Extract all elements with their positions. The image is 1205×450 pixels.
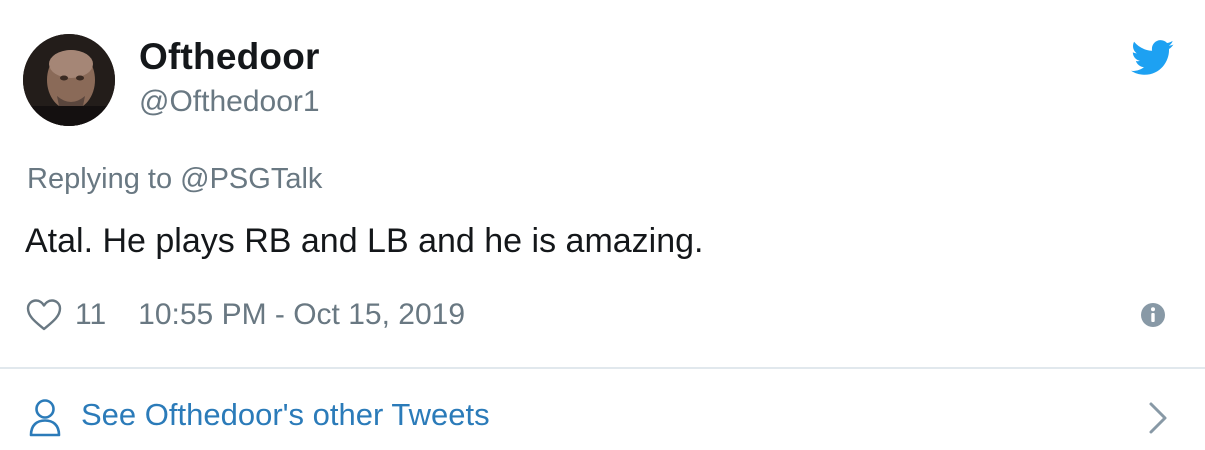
author-handle[interactable]: @Ofthedoor1 <box>139 82 320 122</box>
chevron-right-icon <box>1149 402 1167 434</box>
replying-to-text[interactable]: Replying to @PSGTalk <box>27 160 322 198</box>
heart-icon <box>26 299 62 331</box>
avatar-photo <box>23 34 115 126</box>
tweet-text: Atal. He plays RB and LB and he is amazi… <box>25 222 704 260</box>
like-button[interactable]: 11 <box>25 298 106 332</box>
tweet-timestamp[interactable]: 10:55 PM - Oct 15, 2019 <box>138 298 465 332</box>
tweet-meta-row: 11 10:55 PM - Oct 15, 2019 <box>25 294 465 336</box>
info-icon[interactable] <box>1140 302 1166 328</box>
person-icon <box>29 399 61 437</box>
see-other-tweets-link[interactable]: See Ofthedoor's other Tweets <box>0 369 1205 450</box>
author-avatar[interactable] <box>23 34 115 126</box>
like-count: 11 <box>75 298 107 331</box>
embedded-tweet-card: Ofthedoor @Ofthedoor1 Replying to @PSGTa… <box>0 0 1205 450</box>
see-other-tweets-label: See Ofthedoor's other Tweets <box>81 397 490 432</box>
author-display-name[interactable]: Ofthedoor <box>139 34 320 80</box>
twitter-bird-icon[interactable] <box>1131 40 1175 76</box>
